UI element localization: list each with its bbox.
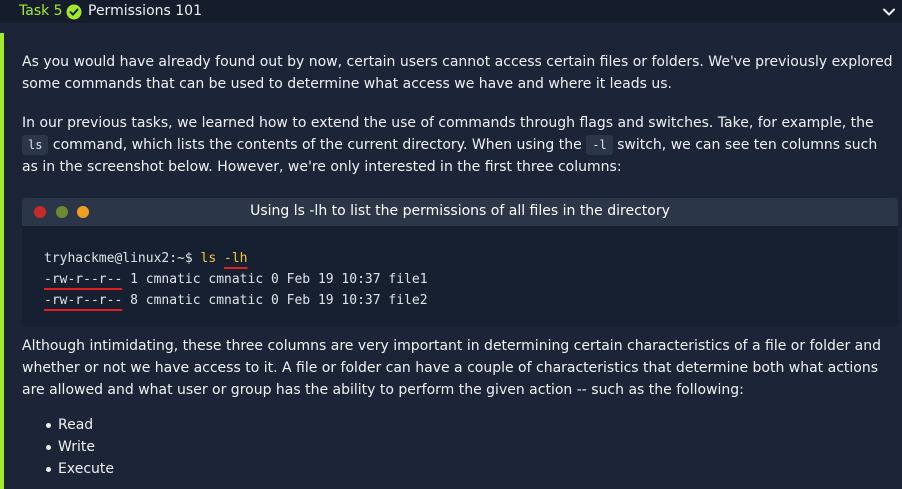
task-title: Permissions 101 <box>88 3 202 19</box>
terminal-prompt: tryhackme@linux2:~$ <box>44 251 193 266</box>
paragraph-text: In our previous tasks, we learned how to… <box>22 115 874 131</box>
task-number: Task 5 <box>19 3 63 19</box>
list-item: Read <box>22 414 114 436</box>
inline-code-ls: ls <box>22 135 49 155</box>
terminal-window: Using ls -lh to list the permissions of … <box>22 198 898 327</box>
permission-list: Read Write Execute <box>22 414 114 480</box>
terminal-command: ls <box>200 251 217 266</box>
paragraph-text: command, which lists the contents of the… <box>48 137 587 153</box>
flags-paragraph: In our previous tasks, we learned how to… <box>22 112 897 178</box>
permissions-string: -rw-r--r-- <box>44 293 123 308</box>
inline-code-l: -l <box>586 135 613 155</box>
chevron-down-icon[interactable] <box>882 5 896 19</box>
list-item: Execute <box>22 458 114 480</box>
columns-paragraph: Although intimidating, these three colum… <box>22 338 882 398</box>
task-header[interactable]: Task 5 Permissions 101 <box>0 0 902 23</box>
terminal-title: Using ls -lh to list the permissions of … <box>250 203 670 219</box>
file-listing-row: 8 cmnatic cmnatic 0 Feb 19 10:37 file2 <box>122 293 428 308</box>
terminal-output: tryhackme@linux2:~$ ls -lh -rw-r--r-- 1 … <box>44 248 428 311</box>
list-item: Write <box>22 436 114 458</box>
file-listing-row: 1 cmnatic cmnatic 0 Feb 19 10:37 file1 <box>122 272 428 287</box>
task-accent-bar <box>0 33 4 489</box>
terminal-title-bar: Using ls -lh to list the permissions of … <box>22 198 898 226</box>
check-circle-icon <box>66 4 82 20</box>
permissions-string: -rw-r--r-- <box>44 272 123 287</box>
terminal-flag: -lh <box>224 251 248 266</box>
intro-paragraph: As you would have already found out by n… <box>22 54 893 92</box>
